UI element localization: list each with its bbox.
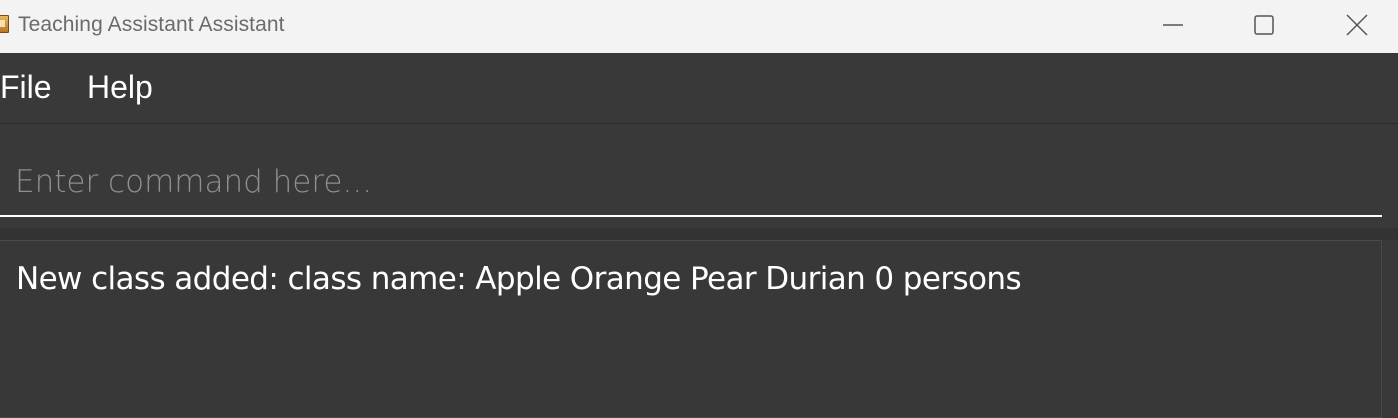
command-box xyxy=(0,125,1398,228)
scroll-track xyxy=(1382,240,1398,418)
window-title: Teaching Assistant Assistant xyxy=(18,13,285,36)
minimize-icon xyxy=(1163,24,1183,26)
app-icon xyxy=(0,15,9,33)
result-message: New class added: class name: Apple Orang… xyxy=(16,261,1022,297)
command-input[interactable] xyxy=(0,149,1382,217)
menu-bar: File Help xyxy=(0,53,1398,124)
minimize-button[interactable] xyxy=(1150,0,1196,50)
app-window: Teaching Assistant Assistant File Help N… xyxy=(0,0,1398,418)
divider xyxy=(0,228,1398,240)
maximize-button[interactable] xyxy=(1241,0,1287,50)
close-icon xyxy=(1346,14,1368,36)
close-button[interactable] xyxy=(1334,0,1380,50)
result-display[interactable]: New class added: class name: Apple Orang… xyxy=(0,240,1382,418)
menu-help[interactable]: Help xyxy=(87,69,153,106)
title-bar[interactable]: Teaching Assistant Assistant xyxy=(0,0,1398,53)
maximize-icon xyxy=(1254,15,1274,35)
menu-file[interactable]: File xyxy=(0,69,52,106)
